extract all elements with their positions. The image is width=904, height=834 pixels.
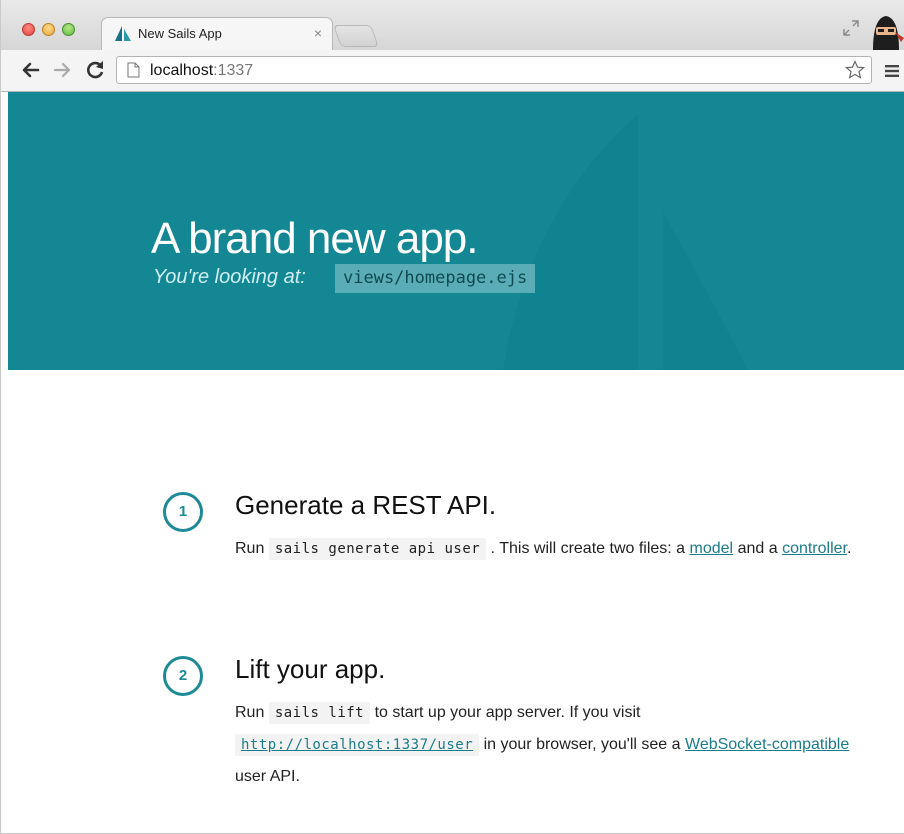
fullscreen-icon[interactable] (843, 20, 859, 36)
tab-title: New Sails App (138, 26, 222, 41)
new-tab-button[interactable] (332, 25, 380, 47)
step-title: Generate a REST API. (235, 490, 497, 520)
user-api-url-link[interactable]: http://localhost:1337/user (235, 734, 480, 756)
forward-arrow-icon[interactable] (51, 59, 73, 81)
step-text: user API. (235, 768, 300, 785)
incognito-ninja-icon (873, 16, 904, 50)
url-text: localhost:1337 (150, 62, 253, 80)
reload-icon[interactable] (84, 59, 106, 81)
step-title: Lift your app. (235, 654, 386, 684)
browser-toolbar: localhost:1337 (1, 50, 904, 92)
address-bar[interactable]: localhost:1337 (116, 56, 872, 84)
bookmark-star-icon[interactable] (845, 60, 865, 80)
tab-bar: New Sails App × (1, 0, 904, 50)
step-number-badge: 2 (163, 656, 203, 696)
controller-link[interactable]: controller (782, 540, 847, 557)
step-text: Run (235, 540, 265, 557)
close-window-button[interactable] (22, 23, 35, 36)
step-description: Run sails generate api user . This will … (235, 533, 875, 565)
step-text: . This will create two files: a (490, 540, 686, 557)
tab-new-sails-app[interactable]: New Sails App × (101, 17, 333, 50)
url-port: :1337 (213, 62, 254, 79)
browser-window: New Sails App × localhost:1337 A brand n… (0, 0, 904, 834)
model-link[interactable]: model (690, 540, 734, 557)
hamburger-menu-icon[interactable] (885, 65, 899, 77)
minimize-window-button[interactable] (42, 23, 55, 36)
hero-file-path: views/homepage.ejs (335, 264, 536, 293)
hero-title: A brand new app. (151, 214, 478, 263)
tab-close-icon[interactable]: × (314, 25, 322, 41)
sails-logo-icon (115, 26, 131, 41)
step-number-badge: 1 (163, 492, 203, 532)
step-text: to start up your app server. If you visi… (374, 704, 641, 721)
hero-subtitle: You're looking at: (153, 266, 306, 288)
page-icon (127, 62, 140, 78)
back-arrow-icon[interactable] (20, 59, 42, 81)
step-text: Run (235, 704, 265, 721)
step-text: and a (737, 540, 778, 557)
zoom-window-button[interactable] (62, 23, 75, 36)
websocket-compatible-link[interactable]: WebSocket-compatible (685, 736, 849, 753)
step-description: Run sails lift to start up your app serv… (235, 697, 875, 793)
command-code: sails generate api user (268, 538, 487, 560)
command-code: sails lift (268, 702, 371, 724)
url-host: localhost (150, 62, 214, 79)
step-text: in your browser, you'll see a (483, 736, 681, 753)
hero-banner: A brand new app. You're looking at: view… (8, 92, 904, 370)
step-text: . (846, 540, 852, 557)
